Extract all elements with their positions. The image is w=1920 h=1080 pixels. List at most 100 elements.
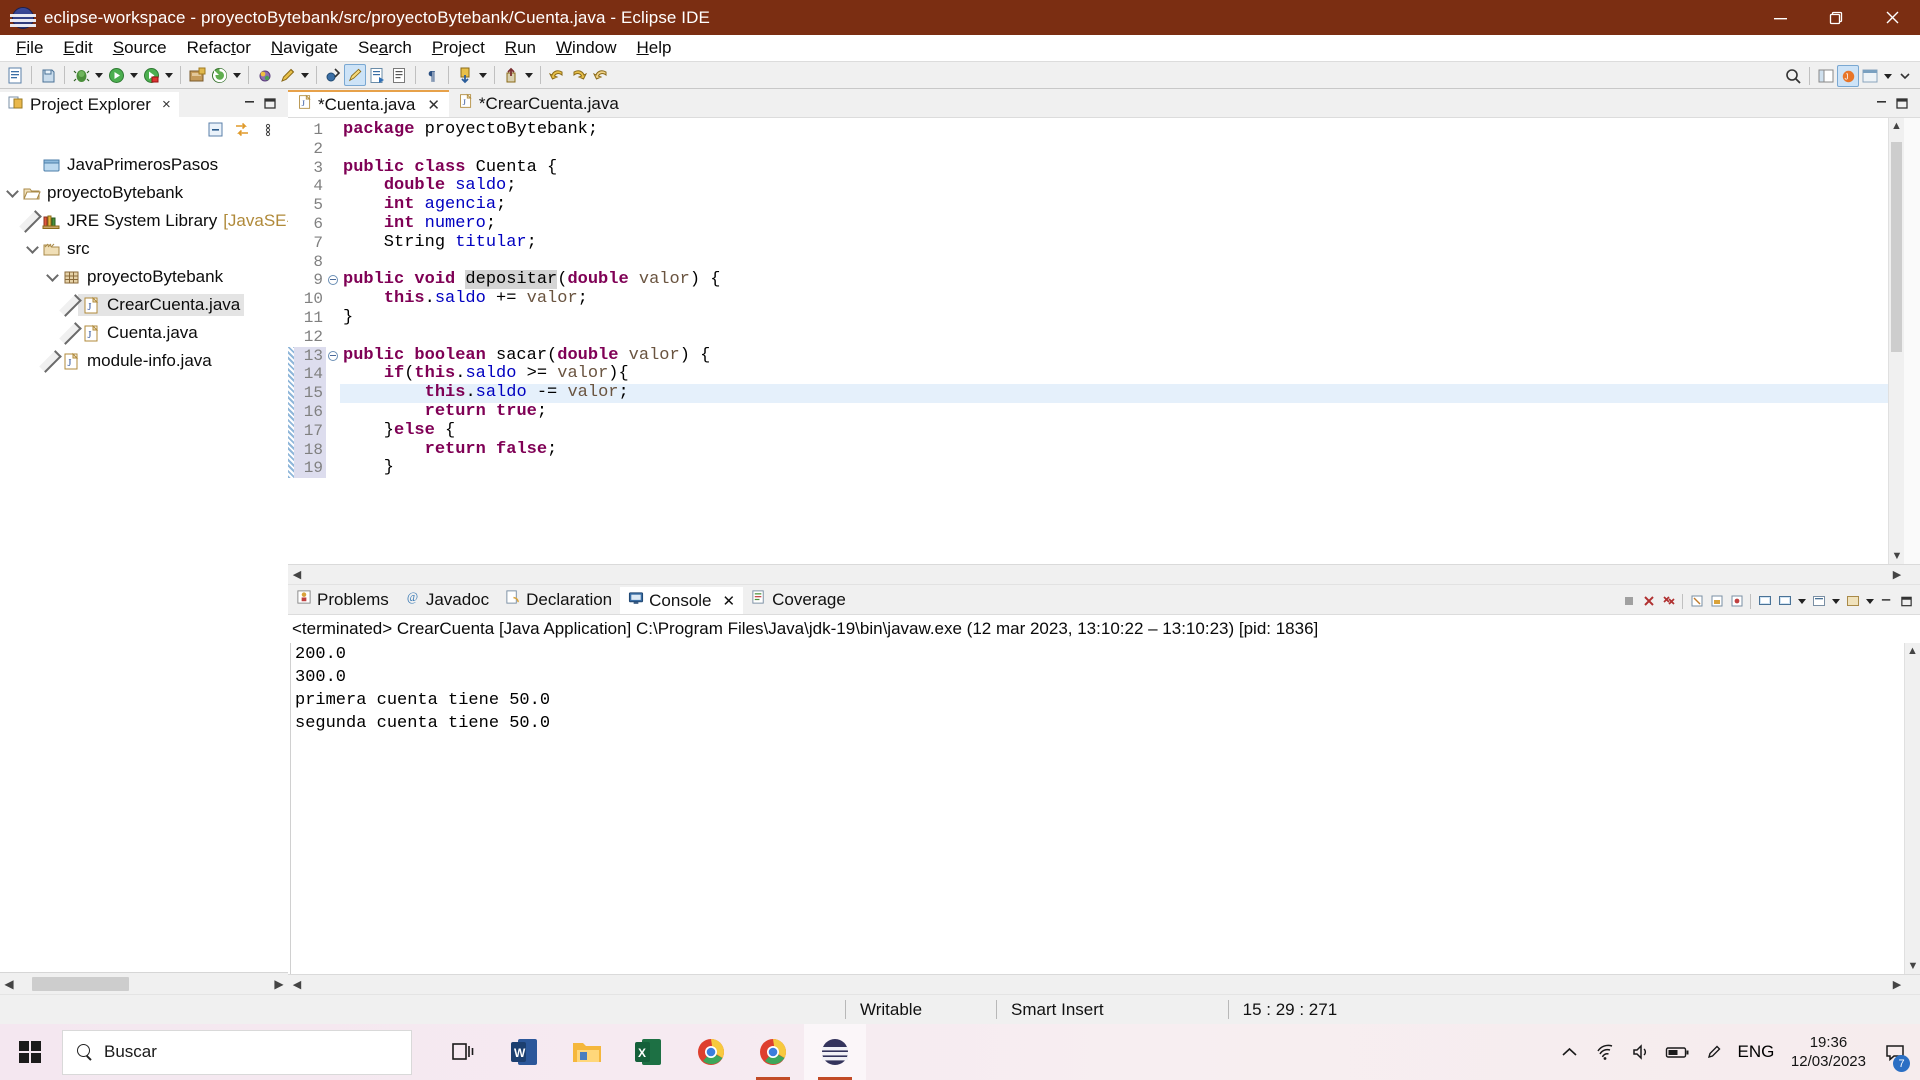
tab-project-explorer[interactable]: Project Explorer × bbox=[0, 90, 179, 117]
run-dropdown-arrow[interactable] bbox=[127, 64, 140, 86]
menu-navigate[interactable]: Navigate bbox=[262, 36, 347, 60]
taskbar-item-chrome-1[interactable] bbox=[680, 1024, 742, 1080]
remove-all-launches-icon[interactable] bbox=[1659, 591, 1678, 611]
new-console-dropdown-arrow[interactable] bbox=[1863, 592, 1876, 610]
new-java-project-icon[interactable] bbox=[186, 64, 208, 86]
code-line[interactable]: int agencia; bbox=[340, 195, 1888, 215]
menu-window[interactable]: Window bbox=[547, 36, 625, 60]
vscroll-thumb[interactable] bbox=[1891, 142, 1902, 352]
menu-run[interactable]: Run bbox=[496, 36, 545, 60]
code-line[interactable] bbox=[340, 253, 1888, 272]
code-line[interactable]: return true; bbox=[340, 402, 1888, 422]
tree-item-crearcuenta-java[interactable]: J CrearCuenta.java bbox=[0, 291, 288, 319]
coverage-icon[interactable] bbox=[140, 64, 162, 86]
toolbar-extra-icon[interactable] bbox=[590, 64, 612, 86]
console-output[interactable]: 200.0 300.0 primera cuenta tiene 50.0 se… bbox=[290, 643, 1904, 974]
menu-search[interactable]: Search bbox=[349, 36, 421, 60]
editor-maximize-icon[interactable] bbox=[1892, 93, 1912, 113]
menu-help[interactable]: Help bbox=[627, 36, 680, 60]
pin-console-icon[interactable] bbox=[1727, 591, 1746, 611]
twisty-down-icon[interactable] bbox=[2, 183, 22, 203]
run-icon[interactable] bbox=[105, 64, 127, 86]
tree-item-cuenta-java[interactable]: J Cuenta.java bbox=[0, 319, 288, 347]
console-dropdown-arrow[interactable] bbox=[1795, 592, 1808, 610]
taskbar-item-file-explorer[interactable] bbox=[556, 1024, 618, 1080]
collapse-all-icon[interactable] bbox=[206, 120, 226, 140]
code-line[interactable]: int numero; bbox=[340, 214, 1888, 234]
tab-declaration[interactable]: Declaration bbox=[497, 585, 620, 614]
edit-icon[interactable] bbox=[276, 64, 298, 86]
search-input[interactable]: Buscar bbox=[62, 1029, 412, 1075]
scroll-left-icon[interactable]: ◀ bbox=[288, 568, 306, 581]
java-ee-perspective-button[interactable] bbox=[1859, 65, 1881, 87]
code-line[interactable]: public void depositar(double valor) { bbox=[340, 270, 1888, 290]
java-perspective-icon[interactable] bbox=[344, 64, 366, 86]
tab-coverage[interactable]: Coverage bbox=[743, 585, 854, 614]
code-line[interactable]: String titular; bbox=[340, 233, 1888, 253]
toolbar-overflow-icon[interactable] bbox=[1894, 65, 1916, 87]
java-perspective-button[interactable]: J bbox=[1837, 65, 1859, 87]
quick-access-search-icon[interactable] bbox=[1782, 65, 1804, 87]
wifi-icon[interactable] bbox=[1589, 1024, 1623, 1080]
scroll-left-icon[interactable]: ◀ bbox=[288, 978, 306, 991]
tree-item-javaprimerospasos[interactable]: JavaPrimerosPasos bbox=[0, 151, 288, 179]
code-line[interactable]: return false; bbox=[340, 440, 1888, 460]
menu-edit[interactable]: Edit bbox=[54, 36, 101, 60]
battery-icon[interactable] bbox=[1661, 1024, 1695, 1080]
tab-javadoc[interactable]: @ Javadoc bbox=[397, 585, 497, 614]
new-console-view-icon[interactable] bbox=[1843, 591, 1862, 611]
console-hscrollbar[interactable]: ◀ ▶ bbox=[288, 974, 1920, 994]
close-button[interactable] bbox=[1864, 0, 1920, 35]
taskbar-item-eclipse[interactable] bbox=[804, 1024, 866, 1080]
view-maximize-icon[interactable] bbox=[260, 93, 280, 113]
link-with-editor-icon[interactable] bbox=[232, 120, 252, 140]
twisty-down-icon[interactable] bbox=[22, 239, 42, 259]
menu-file[interactable]: File bbox=[7, 36, 52, 60]
scroll-right-icon[interactable]: ▶ bbox=[1888, 568, 1906, 581]
open-type-dropdown-arrow[interactable] bbox=[230, 64, 243, 86]
twisty-right-icon[interactable] bbox=[39, 349, 62, 373]
maximize-button[interactable] bbox=[1808, 0, 1864, 35]
debug-icon[interactable] bbox=[70, 64, 92, 86]
open-type-icon[interactable] bbox=[208, 64, 230, 86]
notification-center-button[interactable]: 7 bbox=[1878, 1024, 1912, 1080]
taskbar-item-chrome-2[interactable] bbox=[742, 1024, 804, 1080]
speaker-icon[interactable] bbox=[1625, 1024, 1659, 1080]
save-icon[interactable] bbox=[37, 64, 59, 86]
project-explorer-hscrollbar[interactable]: ◀ ▶ bbox=[0, 972, 288, 994]
fold-collapse-icon[interactable] bbox=[326, 347, 340, 366]
twisty-right-icon[interactable] bbox=[59, 321, 82, 345]
edit-dropdown-arrow[interactable] bbox=[298, 64, 311, 86]
code-editor[interactable]: 1 2 3 4 5 6 7 8 9 10 11 12 13 14 15 16 17 18 19 package pr… bbox=[288, 117, 1920, 564]
console-view[interactable]: <terminated> CrearCuenta [Java Applicati… bbox=[288, 614, 1920, 994]
code-line[interactable] bbox=[340, 328, 1888, 347]
tree-item-proyectobytebank[interactable]: proyectoBytebank bbox=[0, 179, 288, 207]
back-icon[interactable] bbox=[546, 64, 568, 86]
open-task-icon[interactable] bbox=[366, 64, 388, 86]
chevron-up-icon[interactable] bbox=[1553, 1024, 1587, 1080]
tree-item-package-proyectobytebank[interactable]: proyectoBytebank bbox=[0, 263, 288, 291]
tab-cuenta-java[interactable]: J *Cuenta.java ✕ bbox=[288, 90, 449, 117]
project-tree[interactable]: JavaPrimerosPasos proyectoBytebank JRE S… bbox=[0, 143, 288, 972]
show-console-on-output-icon[interactable] bbox=[1755, 591, 1774, 611]
display-selected-console-icon[interactable] bbox=[1775, 591, 1794, 611]
folding-ruler[interactable] bbox=[326, 118, 340, 564]
tree-item-module-info-java[interactable]: J module-info.java bbox=[0, 347, 288, 375]
code-line[interactable]: this.saldo -= valor; bbox=[340, 383, 1888, 403]
code-line[interactable]: this.saldo += valor; bbox=[340, 289, 1888, 309]
next-annotation-dropdown-arrow[interactable] bbox=[476, 64, 489, 86]
menu-refactor[interactable]: Refactor bbox=[178, 36, 260, 60]
perspective-dropdown-arrow[interactable] bbox=[1881, 65, 1894, 87]
code-line[interactable]: } bbox=[340, 308, 1888, 328]
task-view-button[interactable] bbox=[432, 1024, 494, 1080]
scroll-lock-icon[interactable] bbox=[1707, 591, 1726, 611]
terminate-icon[interactable] bbox=[1619, 591, 1638, 611]
tab-crearcuenta-java[interactable]: J *CrearCuenta.java bbox=[448, 90, 628, 117]
panel-maximize-icon[interactable] bbox=[1897, 591, 1916, 611]
fold-collapse-icon[interactable] bbox=[326, 271, 340, 290]
code-line[interactable]: } bbox=[340, 458, 1888, 478]
tab-problems[interactable]: Problems bbox=[288, 585, 397, 614]
editor-vscrollbar[interactable]: ▲ ▼ bbox=[1888, 118, 1904, 564]
menu-source[interactable]: Source bbox=[104, 36, 176, 60]
code-line[interactable] bbox=[340, 140, 1888, 159]
